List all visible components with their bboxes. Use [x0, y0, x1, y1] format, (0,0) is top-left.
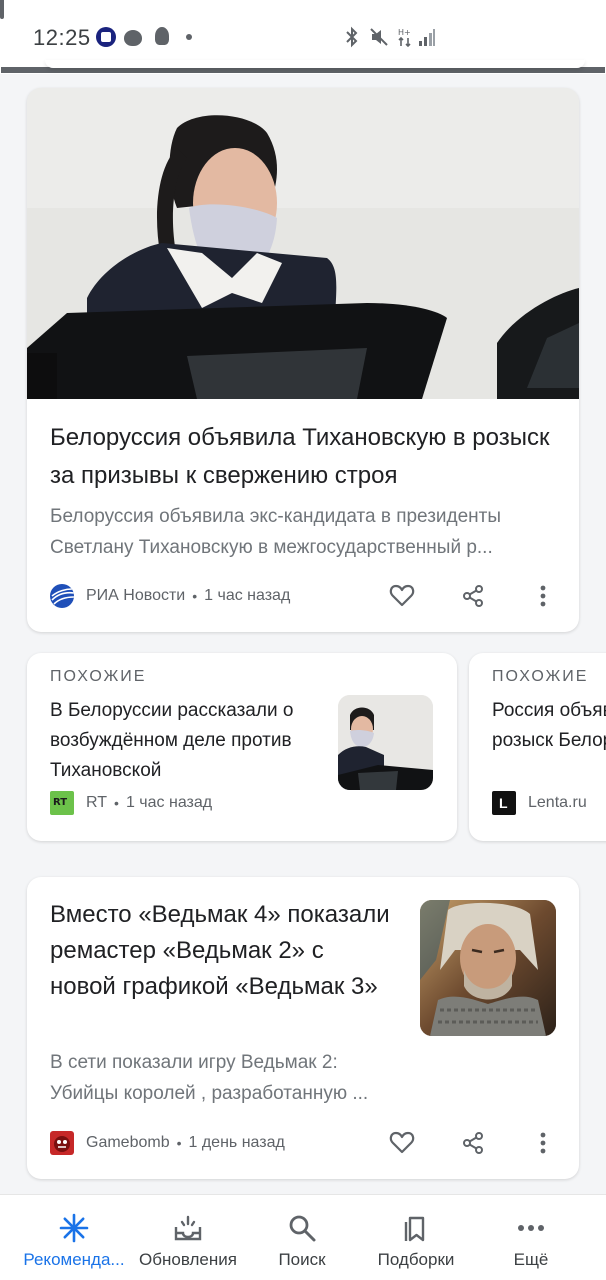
news-thumbnail [420, 900, 556, 1036]
nav-label: Ещё [513, 1250, 549, 1269]
separator-dot: • [192, 588, 198, 604]
nav-label: Поиск [278, 1250, 326, 1269]
nav-more[interactable]: Ещё [471, 1195, 591, 1280]
like-button[interactable] [382, 1123, 422, 1163]
separator-dot: • [114, 795, 119, 811]
cat-notification-icon [124, 30, 142, 46]
bluetooth-icon [346, 26, 358, 48]
collections-icon [399, 1211, 433, 1245]
share-button[interactable] [453, 1123, 493, 1163]
separator-dot: • [176, 1135, 182, 1151]
related-source-row: RT RT • 1 час назад [50, 789, 212, 817]
related-label: ПОХОЖИЕ [492, 668, 589, 685]
related-card[interactable]: ПОХОЖИЕ В Белоруссии рассказали о возбуж… [27, 653, 457, 841]
related-title[interactable]: В Белоруссии рассказали о возбуждённом д… [50, 696, 315, 786]
share-icon [463, 585, 483, 607]
mute-icon [370, 28, 388, 46]
news-source-row: РИА Новости • 1 час назад [50, 582, 290, 610]
related-source-row: L Lenta.ru [492, 789, 587, 817]
previous-card-edge [45, 60, 585, 68]
bottom-navigation: Рекоменда... Обновления Поиск Подборки Е… [0, 1194, 606, 1280]
share-button[interactable] [453, 576, 493, 616]
data-transfer-icon: H+ [398, 28, 411, 48]
rt-logo-icon: RT [50, 791, 74, 815]
news-source-name: Gamebomb [86, 1134, 170, 1151]
news-time: 1 час назад [204, 587, 291, 604]
heart-icon [389, 584, 415, 607]
news-card[interactable]: Белоруссия объявила Тихановскую в розыск… [27, 88, 579, 632]
inbox-updates-icon [171, 1211, 205, 1245]
launcher-notification-icon [96, 27, 116, 47]
asterisk-icon [57, 1211, 91, 1245]
related-source-name: Lenta.ru [528, 794, 587, 811]
news-time: 1 день назад [188, 1134, 285, 1151]
related-label: ПОХОЖИЕ [50, 668, 147, 685]
news-snippet: В сети показали игру Ведьмак 2: Убийцы к… [50, 1052, 369, 1104]
nav-label: Рекоменда... [23, 1250, 125, 1269]
more-options-button[interactable] [523, 1123, 563, 1163]
nav-updates[interactable]: Обновления [128, 1195, 248, 1280]
nav-label: Подборки [377, 1250, 455, 1269]
status-time: 12:25 [33, 25, 91, 50]
nav-label: Обновления [139, 1250, 237, 1269]
news-snippet: Белоруссия объявила экс-кандидата в през… [50, 506, 502, 558]
gamebomb-logo-icon [50, 1131, 74, 1155]
news-source-row: Gamebomb • 1 день назад [50, 1129, 285, 1157]
related-card[interactable]: ПОХОЖИЕ Россия объявила Тихановскую в ро… [469, 653, 606, 841]
news-card[interactable]: Вместо «Ведьмак 4» показали ремастер «Ве… [27, 877, 579, 1179]
related-title[interactable]: Россия объявила Тихановскую в розыск Бел… [492, 696, 606, 756]
news-image [27, 88, 579, 399]
nav-collections[interactable]: Подборки [356, 1195, 476, 1280]
nav-search[interactable]: Поиск [242, 1195, 362, 1280]
signal-icon [419, 29, 435, 46]
more-horiz-icon [514, 1211, 548, 1245]
bulb-notification-icon [155, 27, 169, 45]
more-vert-icon [540, 585, 546, 607]
related-thumbnail [338, 695, 433, 790]
search-icon [285, 1211, 319, 1245]
news-source-name: РИА Новости [86, 587, 186, 604]
battery-icon [0, 0, 4, 19]
nav-recommendations[interactable]: Рекоменда... [14, 1195, 134, 1280]
svg-text:H+: H+ [398, 28, 411, 37]
more-options-button[interactable] [523, 576, 563, 616]
lenta-logo-icon: L [492, 791, 516, 815]
share-icon [463, 1132, 483, 1154]
like-button[interactable] [382, 576, 422, 616]
related-source-name: RT [86, 794, 108, 811]
more-vert-icon [540, 1132, 546, 1154]
more-notifications-dot-icon [186, 34, 192, 40]
related-title-text: Россия объявила Тихановскую в розыск Бел… [492, 700, 606, 751]
ria-logo-icon [50, 584, 74, 608]
heart-icon [389, 1131, 415, 1154]
related-time: 1 час назад [125, 794, 213, 811]
news-headline[interactable]: Вместо «Ведьмак 4» показали ремастер «Ве… [50, 897, 395, 1005]
news-headline[interactable]: Белоруссия объявила Тихановскую в розыск… [50, 419, 560, 495]
